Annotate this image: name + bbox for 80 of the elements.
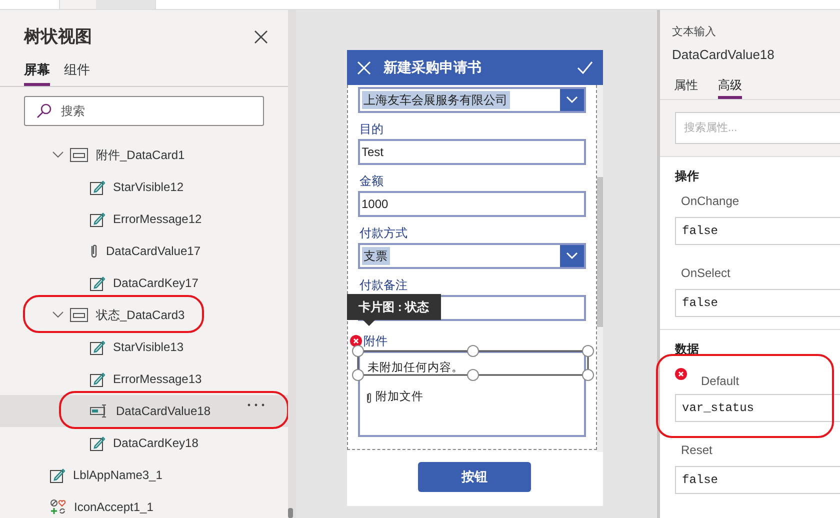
dropdown-field[interactable]: 支票 [358,243,586,269]
field-label: 付款备注 [360,277,408,293]
card-icon [70,308,88,322]
tree-item[interactable]: ErrorMessage12 [0,203,288,235]
tree-item-label: DataCardKey18 [113,435,198,452]
tree-item[interactable]: StarVisible12 [0,171,288,203]
tab[interactable]: 组件 [64,60,90,86]
tree-item[interactable]: DataCardKey18 [0,427,288,459]
tree-item-label: LblAppName3_1 [73,467,162,484]
scrollbar[interactable] [596,177,602,327]
tree-item-label: StarVisible12 [113,179,184,196]
submit-button[interactable]: 按钮 [418,462,531,492]
dropdown-chevron-icon[interactable] [560,245,584,267]
field-label: 金额 [360,173,384,189]
formula-field[interactable]: false [675,466,840,494]
field-label: 目的 [360,121,384,137]
formula-field[interactable]: false [675,289,840,317]
tree-item[interactable]: StarVisible13 [0,331,288,363]
panel-title: 树状视图 [24,26,92,48]
field-label: 附件 [364,333,388,349]
tab[interactable]: 屏幕 [24,60,50,86]
tree-item-label: DataCardValue18 [116,403,211,420]
pencil-icon [50,468,65,482]
text-input-icon [90,404,108,418]
tree-item-label: IconAccept1_1 [74,499,154,516]
formula-field[interactable]: false [675,217,840,245]
tree-item[interactable]: IconAccept1_1 [0,491,288,518]
tree-item-label: ErrorMessage13 [113,371,202,388]
property-name: Reset [681,442,712,459]
pencil-icon [90,372,105,386]
property-name: OnSelect [681,265,730,282]
attach-file-link[interactable]: 附加文件 [360,381,584,406]
selection-handles[interactable] [352,345,594,381]
text-field[interactable]: 1000 [358,191,586,217]
close-icon[interactable] [254,30,268,44]
tree-item[interactable]: ErrorMessage13 [0,363,288,395]
tree-item[interactable]: 附件_DataCard1 [0,139,288,171]
chevron-down-icon[interactable] [52,311,64,319]
check-icon[interactable] [576,61,592,74]
tooltip: 卡片图 : 状态 [346,294,442,326]
tree-item[interactable]: DataCardKey17 [0,267,288,299]
tree-item-label: 状态_DataCard3 [96,307,185,324]
tree-item-label: StarVisible13 [113,339,184,356]
form-title: 新建采购申请书 [384,58,482,77]
paperclip-icon [366,392,372,404]
paperclip-icon [90,243,98,259]
search-field[interactable]: 搜索 [24,96,264,126]
field-label: 付款方式 [360,225,408,241]
more-options-icon[interactable] [247,403,265,407]
card-icon [70,148,88,162]
tree-item-label: DataCardKey17 [113,275,198,292]
control-type: 文本输入 [672,24,717,40]
section-title: 操作 [675,168,700,185]
empty-message: 未附加任何内容。 [368,361,464,375]
dropdown-value: 支票 [362,247,390,265]
tree-item[interactable]: DataCardValue17 [0,235,288,267]
icon-set-icon [50,499,66,515]
text-field[interactable]: Test [358,139,586,165]
tab[interactable]: 属性 [674,76,698,99]
pencil-icon [90,180,105,194]
formula-field[interactable]: var_status [675,394,840,422]
tree-item-label: ErrorMessage12 [113,211,202,228]
property-name: Default [701,373,740,390]
search-field[interactable]: 搜索属性... [675,112,840,144]
dropdown-chevron-icon[interactable] [560,89,584,111]
tree-item-label: DataCardValue17 [106,243,201,260]
chevron-down-icon[interactable] [52,151,64,159]
control-name: DataCardValue18 [672,46,776,64]
pencil-icon [90,340,105,354]
search-icon [36,103,52,119]
tree-item-label: 附件_DataCard1 [96,147,185,164]
tree-item[interactable]: LblAppName3_1 [0,459,288,491]
pencil-icon [90,276,105,290]
dropdown-field[interactable]: 上海友车会展服务有限公司 [358,87,586,113]
pencil-icon [90,212,105,226]
dropdown-value: 上海友车会展服务有限公司 [362,91,510,109]
scrollbar[interactable] [288,508,293,518]
tree-item[interactable]: 状态_DataCard3 [0,299,288,331]
property-name: OnChange [681,193,740,210]
pencil-icon [90,436,105,450]
